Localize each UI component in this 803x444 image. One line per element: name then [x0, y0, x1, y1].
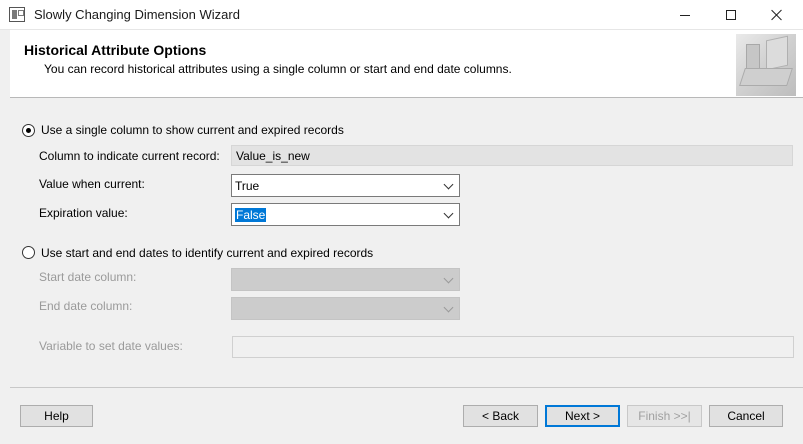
back-button[interactable]: < Back — [463, 405, 538, 427]
chevron-down-icon — [443, 273, 454, 284]
end-date-column-label: End date column: — [39, 299, 133, 313]
value-when-current-select[interactable]: True — [231, 174, 460, 197]
expiration-value-value: False — [235, 208, 267, 222]
end-date-column-select[interactable] — [231, 297, 460, 320]
value-when-current-value: True — [235, 179, 260, 193]
close-button[interactable] — [754, 0, 800, 30]
footer-separator — [10, 387, 803, 388]
current-record-column-field: Value_is_new — [231, 145, 793, 166]
expiration-value-label: Expiration value: — [39, 206, 128, 220]
date-range-radio-label[interactable]: Use start and end dates to identify curr… — [41, 246, 373, 260]
window-title: Slowly Changing Dimension Wizard — [34, 7, 240, 22]
header-graphic — [736, 34, 796, 96]
page-subtitle: You can record historical attributes usi… — [44, 62, 512, 76]
finish-button[interactable]: Finish >>| — [627, 405, 702, 427]
chevron-down-icon — [443, 302, 454, 313]
maximize-button[interactable] — [708, 0, 754, 30]
minimize-icon — [680, 14, 690, 16]
title-bar: Slowly Changing Dimension Wizard — [0, 0, 803, 30]
page-title: Historical Attribute Options — [24, 42, 207, 58]
date-variable-label: Variable to set date values: — [39, 339, 183, 353]
maximize-icon — [726, 10, 736, 20]
cancel-button[interactable]: Cancel — [709, 405, 783, 427]
start-date-column-select[interactable] — [231, 268, 460, 291]
start-date-column-label: Start date column: — [39, 270, 137, 284]
next-button[interactable]: Next > — [545, 405, 620, 427]
help-button[interactable]: Help — [20, 405, 93, 427]
left-border — [0, 30, 10, 444]
minimize-button[interactable] — [662, 0, 708, 30]
wizard-app-icon — [9, 7, 25, 22]
single-column-radio[interactable] — [22, 124, 35, 137]
date-variable-field[interactable] — [232, 336, 794, 358]
single-column-radio-label[interactable]: Use a single column to show current and … — [41, 123, 344, 137]
chevron-down-icon — [443, 179, 454, 190]
current-record-column-label: Column to indicate current record: — [39, 149, 220, 163]
expiration-value-select[interactable]: False — [231, 203, 460, 226]
close-icon — [771, 9, 783, 21]
chevron-down-icon — [443, 208, 454, 219]
date-range-radio[interactable] — [22, 246, 35, 259]
page-header: Historical Attribute Options You can rec… — [10, 30, 803, 98]
value-when-current-label: Value when current: — [39, 177, 145, 191]
